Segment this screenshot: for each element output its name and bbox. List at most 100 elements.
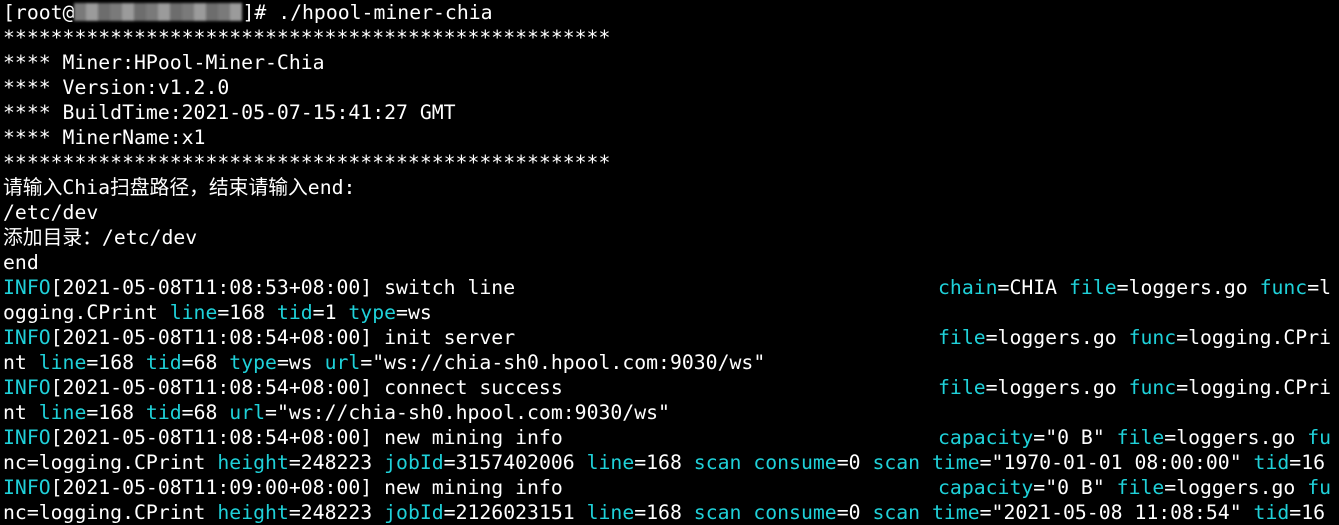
prompt-command: ]# ./hpool-miner-chia bbox=[242, 1, 493, 24]
field-key: tid bbox=[1253, 451, 1290, 474]
field-value: nc=logging.CPrint bbox=[3, 451, 218, 474]
field-key: type bbox=[348, 301, 397, 324]
field-key: fu bbox=[1307, 476, 1332, 499]
redacted-hostname bbox=[74, 3, 243, 21]
field-key: type bbox=[229, 351, 277, 374]
log-line-wrap: ogging.CPrint line=168 tid=1 type=ws bbox=[3, 300, 1339, 325]
field-value: nt bbox=[3, 401, 39, 424]
log-message: new mining info bbox=[372, 426, 563, 449]
field-value: =1 bbox=[312, 301, 349, 324]
field-value: =68 bbox=[181, 351, 230, 374]
field-value: =loggers.go bbox=[985, 376, 1129, 399]
log-fields: capacity="0 B" file=loggers.go fu bbox=[938, 475, 1331, 500]
log-level: INFO bbox=[3, 276, 51, 299]
field-value: =16 bbox=[1289, 501, 1326, 524]
field-value: ogging.CPrint bbox=[3, 301, 170, 324]
field-value: =logging.CPri bbox=[1176, 376, 1332, 399]
banner-miner: **** Miner:HPool-Miner-Chia bbox=[3, 51, 325, 74]
field-value: =68 bbox=[181, 401, 230, 424]
field-value: =168 bbox=[86, 401, 146, 424]
log-level: INFO bbox=[3, 326, 51, 349]
field-value: =CHIA bbox=[997, 276, 1070, 299]
field-value: =16 bbox=[1289, 451, 1326, 474]
field-value: =248223 bbox=[288, 501, 385, 524]
field-key: scan consume bbox=[693, 501, 837, 524]
log-area: INFO[2021-05-08T11:08:53+08:00] switch l… bbox=[3, 275, 1339, 525]
log-line: INFO[2021-05-08T11:09:00+08:00] new mini… bbox=[3, 475, 1339, 500]
field-value: =0 bbox=[836, 451, 873, 474]
field-key: file bbox=[938, 326, 986, 349]
log-fields: capacity="0 B" file=loggers.go fu bbox=[938, 425, 1331, 450]
log-level: INFO bbox=[3, 426, 51, 449]
field-value: nc=logging.CPrint bbox=[3, 501, 218, 524]
field-key: url bbox=[229, 401, 266, 424]
field-key: line bbox=[169, 301, 218, 324]
field-key: line bbox=[586, 451, 635, 474]
log-fields: file=loggers.go func=logging.CPri bbox=[938, 375, 1331, 400]
terminal-window[interactable]: [root@ ]# ./hpool-miner-chia ************… bbox=[0, 0, 1339, 525]
field-value: =168 bbox=[86, 351, 146, 374]
field-value: =loggers.go bbox=[1116, 276, 1260, 299]
field-value: =168 bbox=[217, 301, 277, 324]
log-message: init server bbox=[372, 326, 516, 349]
log-level: INFO bbox=[3, 376, 51, 399]
field-value: =0 bbox=[836, 501, 873, 524]
added-directory: 添加目录：/etc/dev bbox=[3, 226, 198, 249]
field-value: =loggers.go bbox=[1164, 426, 1308, 449]
log-message: new mining info bbox=[372, 476, 563, 499]
field-key: file bbox=[1069, 276, 1117, 299]
prompt-prefix: [root@ bbox=[3, 1, 75, 24]
field-key: chain bbox=[938, 276, 998, 299]
log-timestamp: [2021-05-08T11:08:54+08:00] bbox=[50, 376, 373, 399]
field-value: =loggers.go bbox=[985, 326, 1129, 349]
log-timestamp: [2021-05-08T11:08:53+08:00] bbox=[50, 276, 373, 299]
field-value: =3157402006 bbox=[443, 451, 587, 474]
banner-version: **** Version:v1.2.0 bbox=[3, 76, 230, 99]
banner-border-top: ****************************************… bbox=[3, 26, 611, 49]
log-line: INFO[2021-05-08T11:08:54+08:00] new mini… bbox=[3, 425, 1339, 450]
log-fields: file=loggers.go func=logging.CPri bbox=[938, 325, 1331, 350]
log-level: INFO bbox=[3, 476, 51, 499]
field-value: =168 bbox=[634, 501, 694, 524]
log-line-wrap: nc=logging.CPrint height=248223 jobId=21… bbox=[3, 500, 1339, 525]
field-value: =2126023151 bbox=[443, 501, 587, 524]
log-line: INFO[2021-05-08T11:08:53+08:00] switch l… bbox=[3, 275, 1339, 300]
log-timestamp: [2021-05-08T11:09:00+08:00] bbox=[50, 476, 373, 499]
field-key: tid bbox=[145, 401, 182, 424]
field-value: =l bbox=[1307, 276, 1332, 299]
input-end: end bbox=[3, 251, 39, 274]
field-key: jobId bbox=[384, 501, 444, 524]
field-key: scan consume bbox=[693, 451, 837, 474]
log-line-wrap: nt line=168 tid=68 url="ws://chia-sh0.hp… bbox=[3, 400, 1339, 425]
field-key: jobId bbox=[384, 451, 444, 474]
field-key: file bbox=[1116, 426, 1165, 449]
field-key: url bbox=[324, 351, 361, 374]
banner-buildtime: **** BuildTime:2021-05-07-15:41:27 GMT bbox=[3, 101, 456, 124]
field-value: ="1970-01-01 08:00:00" bbox=[979, 451, 1254, 474]
field-value: =ws bbox=[396, 301, 432, 324]
log-timestamp: [2021-05-08T11:08:54+08:00] bbox=[50, 426, 373, 449]
field-key: scan time bbox=[872, 451, 980, 474]
field-key: func bbox=[1128, 326, 1177, 349]
field-value: nt bbox=[3, 351, 39, 374]
log-line: INFO[2021-05-08T11:08:54+08:00] init ser… bbox=[3, 325, 1339, 350]
field-key: func bbox=[1259, 276, 1308, 299]
field-value: =ws bbox=[276, 351, 325, 374]
field-key: line bbox=[38, 351, 87, 374]
scan-path-prompt: 请输入Chia扫盘路径，结束请输入end: bbox=[3, 176, 356, 199]
field-value: ="ws://chia-sh0.hpool.com:9030/ws" bbox=[265, 401, 670, 424]
command-line: [root@ ]# ./hpool-miner-chia bbox=[3, 0, 1339, 25]
field-key: scan time bbox=[872, 501, 980, 524]
banner-border-bottom: ****************************************… bbox=[3, 151, 611, 174]
field-key: file bbox=[938, 376, 986, 399]
field-key: height bbox=[217, 451, 289, 474]
log-message: switch line bbox=[372, 276, 516, 299]
log-timestamp: [2021-05-08T11:08:54+08:00] bbox=[50, 326, 373, 349]
field-value: ="0 B" bbox=[1033, 426, 1117, 449]
field-key: tid bbox=[1253, 501, 1290, 524]
field-key: capacity bbox=[938, 476, 1034, 499]
field-value: =168 bbox=[634, 451, 694, 474]
field-value: ="0 B" bbox=[1033, 476, 1117, 499]
field-key: height bbox=[217, 501, 289, 524]
log-fields: chain=CHIA file=loggers.go func=l bbox=[938, 275, 1331, 300]
